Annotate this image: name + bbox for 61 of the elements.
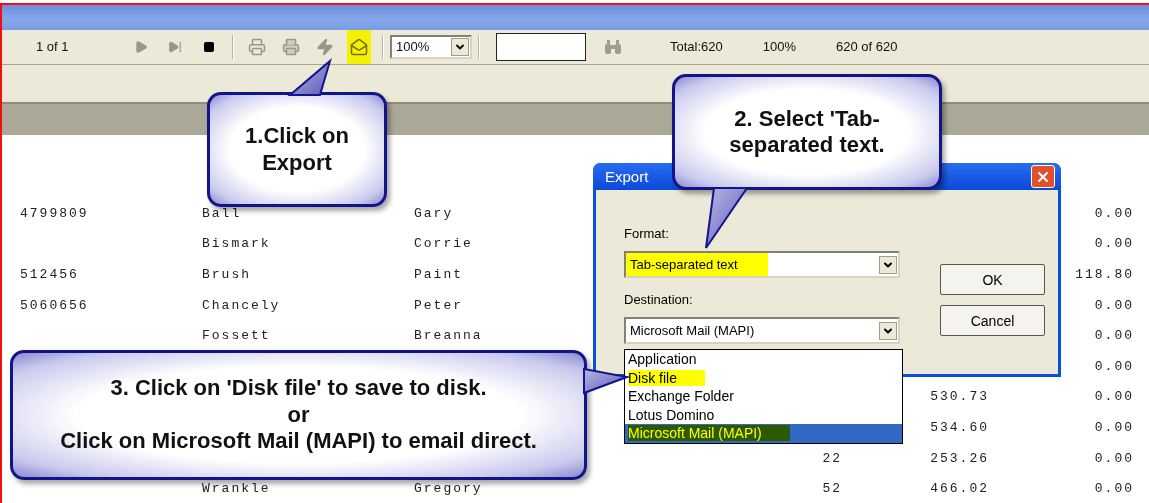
- report-cell: 118.80: [1075, 267, 1134, 283]
- dialog-title: Export: [605, 168, 649, 185]
- print-icon: [248, 37, 266, 56]
- report-cell: Corrie: [414, 236, 473, 252]
- report-cell: 0.00: [1094, 205, 1134, 221]
- stop-icon: [203, 40, 215, 53]
- destination-label: Destination:: [624, 292, 694, 307]
- report-cell: Paint: [414, 267, 463, 283]
- report-cell: Ball: [202, 205, 242, 221]
- report-cell: 530.73: [930, 389, 989, 405]
- report-cell: 5060656: [20, 297, 89, 313]
- report-cell: Gregory: [414, 481, 483, 497]
- callout-bubble: 2. Select 'Tab-separated text.: [672, 74, 942, 190]
- report-cell: Fossett: [202, 328, 271, 344]
- zoom-dropdown[interactable]: 100%: [390, 34, 472, 59]
- last-page-icon: [168, 39, 182, 54]
- report-cell: 4799809: [20, 205, 89, 221]
- report-cell: 0.00: [1094, 450, 1134, 466]
- report-cell: 0.00: [1094, 297, 1134, 313]
- page-indicator: 1 of 1: [36, 39, 70, 55]
- report-cell: 22: [822, 450, 842, 466]
- report-cell: Bismark: [202, 236, 271, 252]
- cancel-button[interactable]: Cancel: [940, 305, 1045, 336]
- callout-bubble: 1.Click on Export: [207, 92, 387, 207]
- report-cell: 253.26: [930, 450, 989, 466]
- callout-bubble: 3. Click on 'Disk file' to save to disk. or Click on Microsoft Mail (MAPI) to email direct.: [10, 350, 587, 480]
- report-cell: 0.00: [1094, 328, 1134, 344]
- report-cell: 0.00: [1094, 236, 1134, 252]
- next-page-icon: [134, 39, 148, 54]
- callout-pointer: [705, 187, 749, 249]
- format-dropdown[interactable]: Tab-separated text: [624, 251, 900, 278]
- callout-pointer: [583, 367, 631, 395]
- close-button[interactable]: [1031, 165, 1055, 188]
- export-button[interactable]: [347, 29, 371, 64]
- report-cell: Wrankle: [202, 481, 271, 497]
- report-cell: Chancely: [202, 297, 281, 313]
- report-cell: Breanna: [414, 328, 483, 344]
- status-text: 100%: [762, 39, 796, 55]
- lightning-icon: [316, 37, 334, 56]
- report-cell: 534.60: [930, 420, 989, 436]
- report-cell: Brush: [202, 267, 251, 283]
- dropdown-option[interactable]: Microsoft Mail (MAPI): [625, 424, 902, 443]
- envelope-icon: [350, 37, 368, 56]
- destination-dropdown[interactable]: Microsoft Mail (MAPI): [624, 317, 900, 344]
- report-cell: Peter: [414, 297, 463, 313]
- report-cell: 0.00: [1094, 420, 1134, 436]
- printer-icon: [282, 37, 300, 56]
- status-text: Total:620: [670, 39, 723, 55]
- report-cell: 512456: [20, 267, 79, 283]
- ok-button[interactable]: OK: [940, 264, 1045, 295]
- callout-pointer: [287, 58, 332, 96]
- report-cell: Gary: [414, 205, 454, 221]
- report-cell: 0.00: [1094, 481, 1134, 497]
- status-text: 620 of 620: [836, 39, 898, 55]
- report-cell: 52: [822, 481, 842, 497]
- report-cell: 466.02: [930, 481, 989, 497]
- format-label: Format:: [624, 226, 670, 241]
- binoculars-icon: [604, 38, 622, 55]
- search-field[interactable]: [496, 32, 586, 61]
- report-cell: 0.00: [1094, 358, 1134, 374]
- report-cell: 0.00: [1094, 389, 1134, 405]
